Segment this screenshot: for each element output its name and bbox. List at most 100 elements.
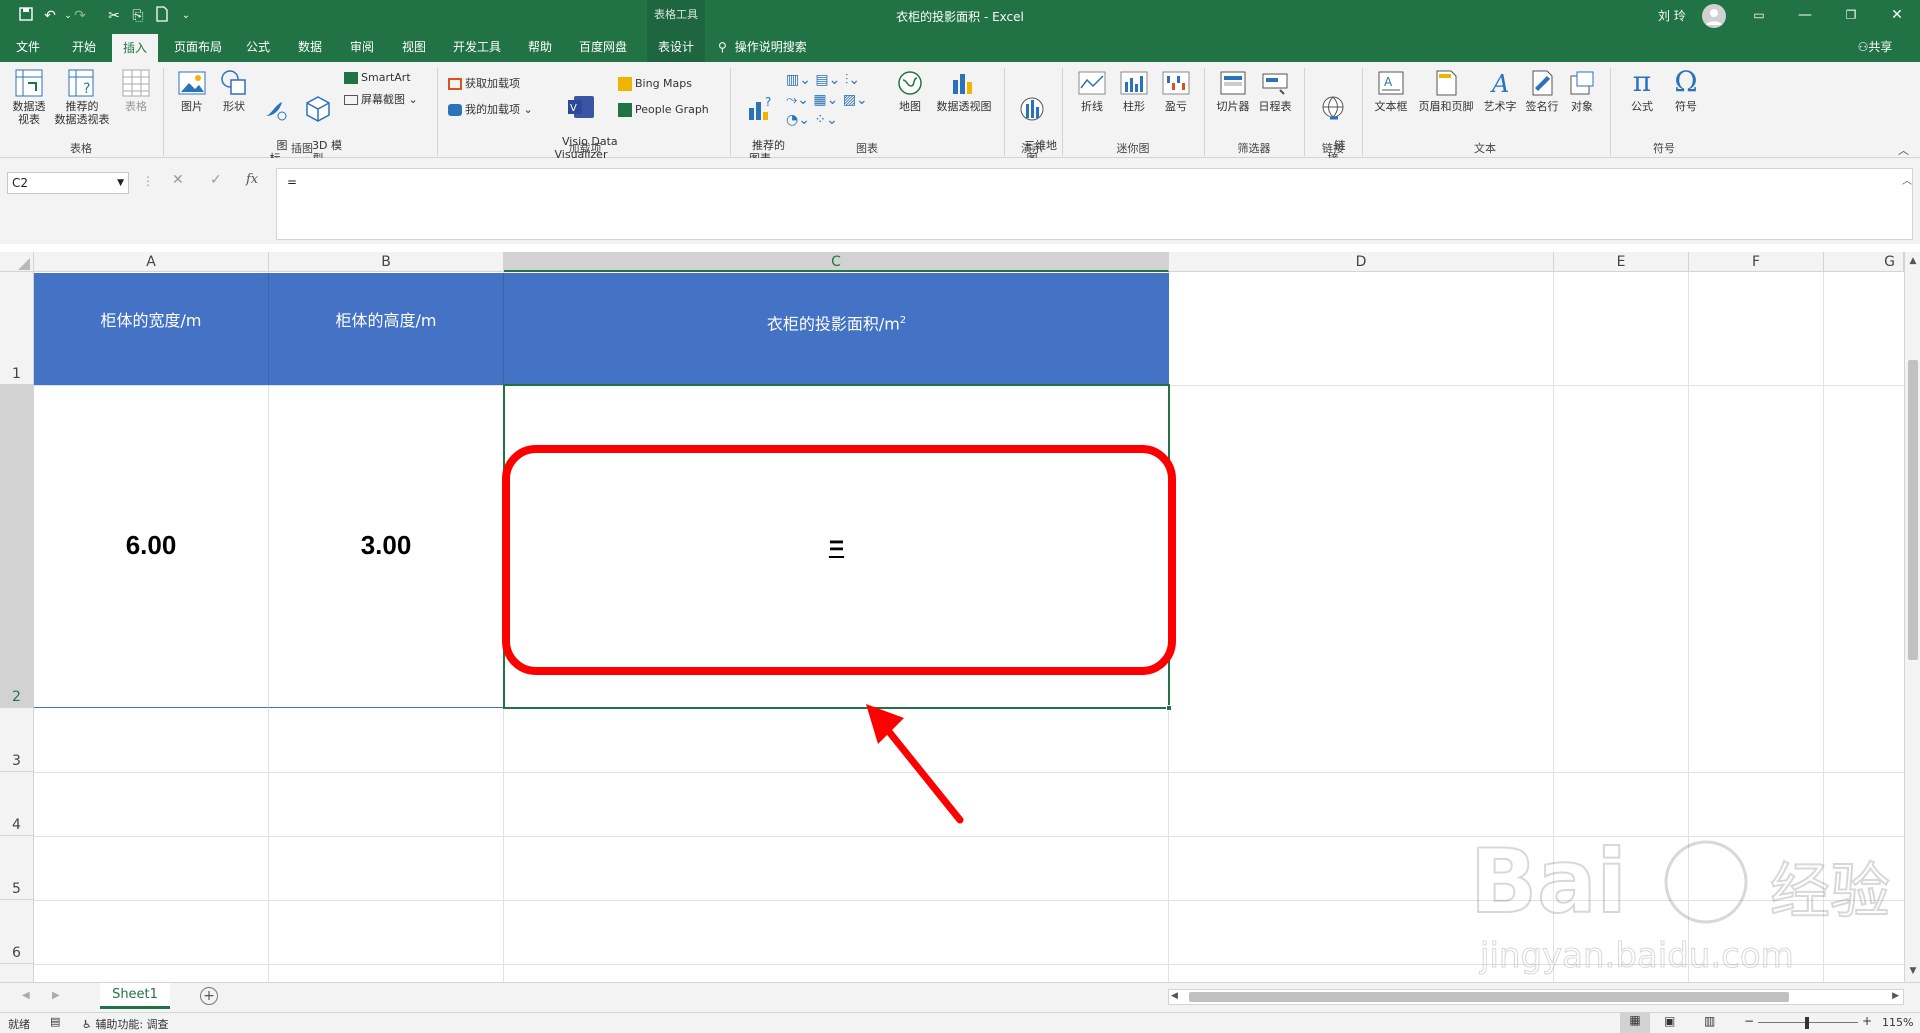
- table-header-width[interactable]: 柜体的宽度/m: [34, 273, 269, 385]
- table-header-area[interactable]: 衣柜的投影面积/m2: [504, 273, 1169, 385]
- timeline-button[interactable]: 日程表: [1254, 68, 1296, 113]
- pivot-chart-button[interactable]: 数据透视图: [932, 68, 996, 113]
- horizontal-scroll-thumb[interactable]: [1189, 992, 1789, 1002]
- fill-handle[interactable]: [1166, 705, 1172, 711]
- row-header-3[interactable]: 3: [0, 708, 34, 772]
- sparkline-winloss-button[interactable]: 盈亏: [1156, 68, 1196, 113]
- avatar[interactable]: [1702, 4, 1726, 28]
- row-header-5[interactable]: 5: [0, 836, 34, 900]
- pictures-button[interactable]: 图片: [172, 68, 212, 113]
- smartart-button[interactable]: SmartArt: [344, 70, 411, 86]
- tab-home[interactable]: 开始: [64, 32, 104, 62]
- maps-button[interactable]: 地图: [892, 68, 928, 113]
- my-addins-button[interactable]: 我的加载项 ⌄: [448, 102, 533, 118]
- normal-view-icon[interactable]: ▦: [1620, 1013, 1650, 1033]
- worksheet-grid[interactable]: A B C D E F G 1 2 3 4 5 6 柜体的宽度/m 柜体的高度/…: [0, 252, 1904, 982]
- recommended-pivot-button[interactable]: ? 推荐的 数据透视表: [52, 68, 112, 126]
- ribbon-display-icon[interactable]: ▭: [1736, 0, 1782, 32]
- column-header-a[interactable]: A: [34, 252, 269, 272]
- select-all-button[interactable]: [0, 252, 34, 272]
- page-break-view-icon[interactable]: ▥: [1704, 1014, 1715, 1028]
- row-header-4[interactable]: 4: [0, 772, 34, 836]
- enter-check-icon[interactable]: ✓: [210, 172, 222, 188]
- add-sheet-icon[interactable]: +: [200, 987, 218, 1005]
- column-header-d[interactable]: D: [1169, 252, 1554, 272]
- bar-chart-icon[interactable]: ▦⌄: [813, 92, 838, 108]
- zoom-in-icon[interactable]: +: [1862, 1014, 1872, 1028]
- shapes-button[interactable]: 形状: [214, 68, 254, 113]
- zoom-level[interactable]: 115%: [1882, 1016, 1913, 1029]
- minimize-icon[interactable]: —: [1782, 0, 1828, 32]
- insert-function-icon[interactable]: fx: [246, 172, 258, 187]
- tab-developer[interactable]: 开发工具: [446, 32, 508, 62]
- name-box[interactable]: C2 ▼: [7, 172, 129, 194]
- tab-formulas[interactable]: 公式: [240, 32, 276, 62]
- row-header-2[interactable]: 2: [0, 385, 34, 708]
- pie-chart-icon[interactable]: ◔⌄: [786, 112, 810, 128]
- collapse-ribbon-icon[interactable]: ︿: [1898, 142, 1909, 158]
- horizontal-scrollbar[interactable]: ◀ ▶: [1168, 989, 1904, 1005]
- formula-input[interactable]: =: [276, 168, 1913, 240]
- table-header-height[interactable]: 柜体的高度/m: [269, 273, 504, 385]
- scroll-down-icon[interactable]: ▼: [1906, 966, 1920, 978]
- column-header-b[interactable]: B: [269, 252, 504, 272]
- column-header-f[interactable]: F: [1689, 252, 1824, 272]
- sparkline-line-button[interactable]: 折线: [1072, 68, 1112, 113]
- next-sheet-icon[interactable]: ▶: [52, 990, 60, 1001]
- restore-icon[interactable]: ❐: [1828, 0, 1874, 32]
- get-addins-button[interactable]: 获取加载项: [448, 76, 520, 92]
- statistic-chart-icon[interactable]: ⫶⌄: [845, 72, 860, 88]
- row-header-6[interactable]: 6: [0, 900, 34, 964]
- line-chart-icon[interactable]: ⤳⌄: [786, 92, 809, 108]
- prev-sheet-icon[interactable]: ◀: [22, 990, 30, 1001]
- tab-table-design[interactable]: 表设计: [647, 32, 705, 62]
- signature-line-button[interactable]: 签名行: [1522, 68, 1562, 113]
- sparkline-column-button[interactable]: 柱形: [1114, 68, 1154, 113]
- row-header-1[interactable]: 1: [0, 272, 34, 385]
- people-graph-button[interactable]: People Graph: [618, 102, 709, 118]
- waterfall-chart-icon[interactable]: ▨⌄: [843, 92, 868, 108]
- scatter-chart-icon[interactable]: ⁘⌄: [814, 112, 837, 128]
- zoom-slider-thumb[interactable]: [1805, 1017, 1809, 1029]
- tab-help[interactable]: 帮助: [520, 32, 560, 62]
- chart-type-gallery[interactable]: ▥⌄ ▤⌄ ⫶⌄ ⤳⌄ ▦⌄ ▨⌄ ◔⌄ ⁘⌄: [786, 70, 882, 130]
- slicer-button[interactable]: 切片器: [1212, 68, 1254, 113]
- bing-maps-button[interactable]: Bing Maps: [618, 76, 692, 92]
- screenshot-button[interactable]: 屏幕截图 ⌄: [344, 92, 418, 108]
- column-header-c[interactable]: C: [504, 252, 1169, 272]
- page-layout-view-icon[interactable]: ▣: [1664, 1014, 1675, 1028]
- textbox-button[interactable]: A 文本框: [1370, 68, 1412, 113]
- zoom-out-icon[interactable]: −: [1744, 1014, 1754, 1028]
- pivot-table-button[interactable]: 数据透 视表: [6, 68, 52, 126]
- column-chart-icon[interactable]: ▥⌄: [786, 72, 811, 88]
- share-button[interactable]: ⚇共享: [1850, 32, 1900, 62]
- accessibility-status[interactable]: ♿ 辅助功能: 调查: [82, 1016, 169, 1032]
- macro-record-icon[interactable]: ▤: [50, 1015, 60, 1028]
- header-footer-button[interactable]: 页眉和页脚: [1414, 68, 1478, 113]
- collapse-formula-icon[interactable]: ︿: [1902, 172, 1912, 187]
- vertical-scrollbar[interactable]: ▲ ▼: [1904, 252, 1920, 982]
- row-header-7[interactable]: [0, 964, 34, 982]
- cell-a2[interactable]: 6.00: [34, 386, 269, 708]
- column-header-e[interactable]: E: [1554, 252, 1689, 272]
- tab-view[interactable]: 视图: [396, 32, 432, 62]
- symbol-button[interactable]: Ω 符号: [1664, 66, 1708, 114]
- wordart-button[interactable]: A 艺术字: [1480, 68, 1520, 113]
- object-button[interactable]: 对象: [1564, 68, 1600, 113]
- tab-file[interactable]: 文件: [8, 32, 48, 62]
- tab-data[interactable]: 数据: [292, 32, 328, 62]
- column-header-g[interactable]: G: [1824, 252, 1904, 272]
- chevron-down-icon[interactable]: ▼: [117, 173, 124, 193]
- tab-baidu-netdisk[interactable]: 百度网盘: [572, 32, 634, 62]
- tab-review[interactable]: 审阅: [344, 32, 380, 62]
- tell-me-search[interactable]: ⚲ 操作说明搜索: [718, 32, 828, 62]
- tab-page-layout[interactable]: 页面布局: [168, 32, 228, 62]
- close-icon[interactable]: ✕: [1874, 0, 1920, 32]
- scroll-up-icon[interactable]: ▲: [1906, 256, 1920, 268]
- equation-button[interactable]: π 公式: [1620, 66, 1664, 114]
- cell-b2[interactable]: 3.00: [269, 386, 504, 708]
- vertical-scroll-thumb[interactable]: [1908, 360, 1918, 660]
- scroll-left-icon[interactable]: ◀: [1171, 991, 1178, 1001]
- cancel-icon[interactable]: ✕: [172, 172, 184, 188]
- scroll-right-icon[interactable]: ▶: [1892, 991, 1899, 1001]
